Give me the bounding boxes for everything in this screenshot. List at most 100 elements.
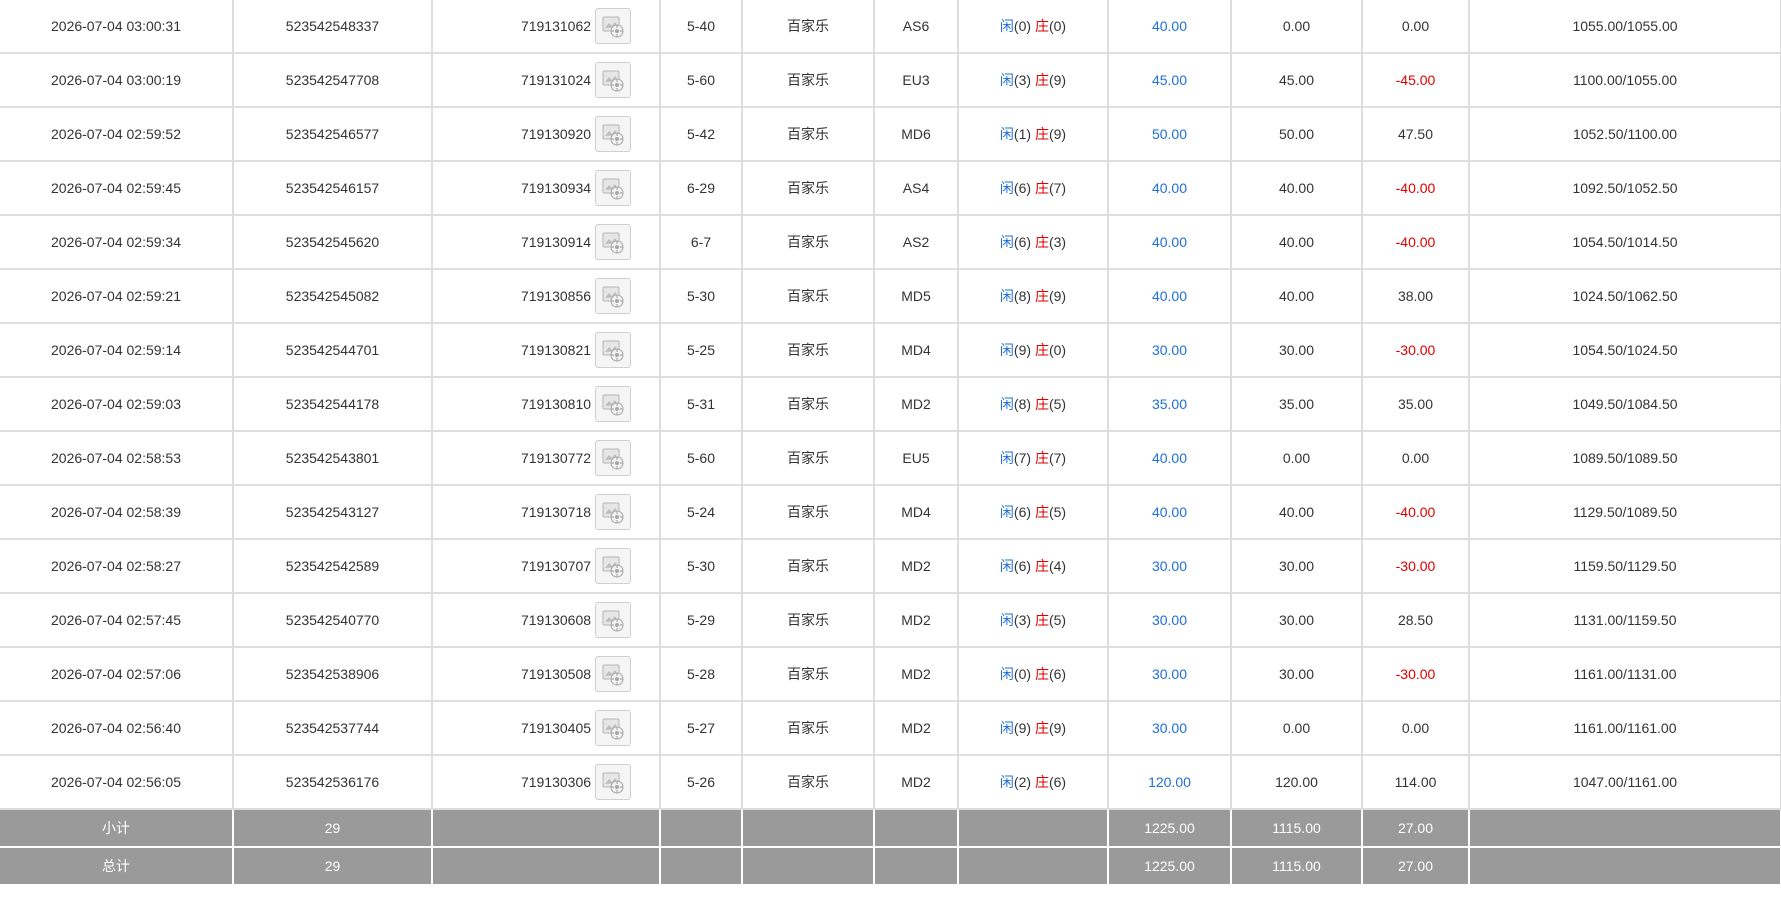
player-points: (3) <box>1013 612 1032 628</box>
summary-empty <box>958 809 1109 848</box>
win-loss-cell: -45.00 <box>1362 53 1470 108</box>
banker-label: 庄 <box>1034 288 1049 304</box>
bet-amount-cell[interactable]: 120.00 <box>1108 755 1232 810</box>
bet-amount-cell[interactable]: 50.00 <box>1108 107 1232 162</box>
bet-id-cell: 523542543801 <box>233 431 433 486</box>
bet-amount-cell[interactable]: 40.00 <box>1108 0 1232 54</box>
valid-bet-cell: 40.00 <box>1231 485 1363 540</box>
game-replay-image-icon[interactable] <box>595 764 632 800</box>
game-type-cell: 百家乐 <box>742 593 875 648</box>
table-id-cell: MD2 <box>874 755 959 810</box>
game-replay-image-icon[interactable] <box>595 224 632 260</box>
game-replay-image-icon[interactable] <box>595 116 632 152</box>
shoe-cell: 5-26 <box>660 755 743 810</box>
player-points: (8) <box>1013 396 1032 412</box>
valid-bet-cell: 30.00 <box>1231 647 1363 702</box>
bet-amount-cell[interactable]: 30.00 <box>1108 647 1232 702</box>
game-type-cell: 百家乐 <box>742 755 875 810</box>
bet-amount-cell[interactable]: 30.00 <box>1108 701 1232 756</box>
round-id: 719130508 <box>520 666 592 682</box>
bet-amount-cell[interactable]: 40.00 <box>1108 269 1232 324</box>
game-replay-image-icon[interactable] <box>595 278 632 314</box>
round-id-cell: 719130914 <box>432 215 661 270</box>
game-replay-image-icon[interactable] <box>595 710 632 746</box>
summary-empty <box>432 847 661 886</box>
valid-bet-cell: 120.00 <box>1231 755 1363 810</box>
shoe-cell: 5-31 <box>660 377 743 432</box>
bet-time-cell: 2026-07-04 02:56:40 <box>0 701 234 756</box>
game-replay-image-icon[interactable] <box>595 602 632 638</box>
win-loss-cell: -40.00 <box>1362 215 1470 270</box>
bet-amount-cell[interactable]: 45.00 <box>1108 53 1232 108</box>
game-type-cell: 百家乐 <box>742 161 875 216</box>
round-id-cell: 719130821 <box>432 323 661 378</box>
bet-id-cell: 523542536176 <box>233 755 433 810</box>
bet-amount-cell[interactable]: 40.00 <box>1108 485 1232 540</box>
bet-amount-cell[interactable]: 40.00 <box>1108 431 1232 486</box>
valid-bet-cell: 30.00 <box>1231 593 1363 648</box>
bet-id-cell: 523542546157 <box>233 161 433 216</box>
round-id: 719130718 <box>520 504 592 520</box>
player-points: (6) <box>1013 180 1032 196</box>
result-cell: 闲(7) 庄(7) <box>958 431 1109 486</box>
game-replay-image-icon[interactable] <box>595 170 632 206</box>
bet-amount-cell[interactable]: 40.00 <box>1108 161 1232 216</box>
balance-cell: 1054.50/1024.50 <box>1469 323 1781 378</box>
game-replay-image-icon[interactable] <box>595 548 632 584</box>
shoe-cell: 5-30 <box>660 539 743 594</box>
summary-empty <box>1469 809 1781 848</box>
game-replay-image-icon[interactable] <box>595 62 632 98</box>
banker-label: 庄 <box>1034 18 1049 34</box>
player-label: 闲 <box>999 288 1014 304</box>
balance-cell: 1159.50/1129.50 <box>1469 539 1781 594</box>
bet-id-cell: 523542546577 <box>233 107 433 162</box>
bet-amount-cell[interactable]: 30.00 <box>1108 539 1232 594</box>
round-id: 719130914 <box>520 234 592 250</box>
table-id-cell: AS2 <box>874 215 959 270</box>
bet-amount-cell[interactable]: 35.00 <box>1108 377 1232 432</box>
banker-points: (0) <box>1048 18 1067 34</box>
bet-id-cell: 523542544701 <box>233 323 433 378</box>
player-label: 闲 <box>999 72 1014 88</box>
game-type-cell: 百家乐 <box>742 647 875 702</box>
summary-empty <box>742 847 875 886</box>
game-replay-image-icon[interactable] <box>595 8 632 44</box>
table-row: 2026-07-04 02:58:27 523542542589 719130707… <box>0 539 1781 594</box>
bet-amount-cell[interactable]: 40.00 <box>1108 215 1232 270</box>
banker-points: (4) <box>1048 558 1067 574</box>
banker-label: 庄 <box>1034 342 1049 358</box>
game-replay-image-icon[interactable] <box>595 494 632 530</box>
bet-id-cell: 523542544178 <box>233 377 433 432</box>
player-points: (8) <box>1013 288 1032 304</box>
bet-time-cell: 2026-07-04 02:59:34 <box>0 215 234 270</box>
bet-id-cell: 523542537744 <box>233 701 433 756</box>
table-id-cell: MD6 <box>874 107 959 162</box>
result-cell: 闲(3) 庄(9) <box>958 53 1109 108</box>
balance-cell: 1089.50/1089.50 <box>1469 431 1781 486</box>
game-replay-image-icon[interactable] <box>595 656 632 692</box>
bet-time-cell: 2026-07-04 02:58:53 <box>0 431 234 486</box>
bet-amount-cell[interactable]: 30.00 <box>1108 593 1232 648</box>
bet-id-cell: 523542542589 <box>233 539 433 594</box>
round-id-cell: 719130772 <box>432 431 661 486</box>
table-row: 2026-07-04 02:58:39 523542543127 719130718… <box>0 485 1781 540</box>
table-row: 2026-07-04 03:00:31 523542548337 719131062… <box>0 0 1781 54</box>
win-loss-cell: 0.00 <box>1362 431 1470 486</box>
result-cell: 闲(6) 庄(4) <box>958 539 1109 594</box>
banker-label: 庄 <box>1034 180 1049 196</box>
game-replay-image-icon[interactable] <box>595 332 632 368</box>
table-row: 2026-07-04 02:56:40 523542537744 719130405… <box>0 701 1781 756</box>
valid-bet-cell: 0.00 <box>1231 0 1363 54</box>
balance-cell: 1161.00/1131.00 <box>1469 647 1781 702</box>
total-row: 总计 29 1225.00 1115.00 27.00 <box>0 847 1781 886</box>
win-loss-cell: 114.00 <box>1362 755 1470 810</box>
shoe-cell: 5-40 <box>660 0 743 54</box>
game-replay-image-icon[interactable] <box>595 440 632 476</box>
win-loss-cell: 35.00 <box>1362 377 1470 432</box>
win-loss-cell: 0.00 <box>1362 701 1470 756</box>
player-label: 闲 <box>999 612 1014 628</box>
bet-amount-cell[interactable]: 30.00 <box>1108 323 1232 378</box>
game-replay-image-icon[interactable] <box>595 386 632 422</box>
banker-points: (7) <box>1048 450 1067 466</box>
win-loss-cell: -40.00 <box>1362 161 1470 216</box>
